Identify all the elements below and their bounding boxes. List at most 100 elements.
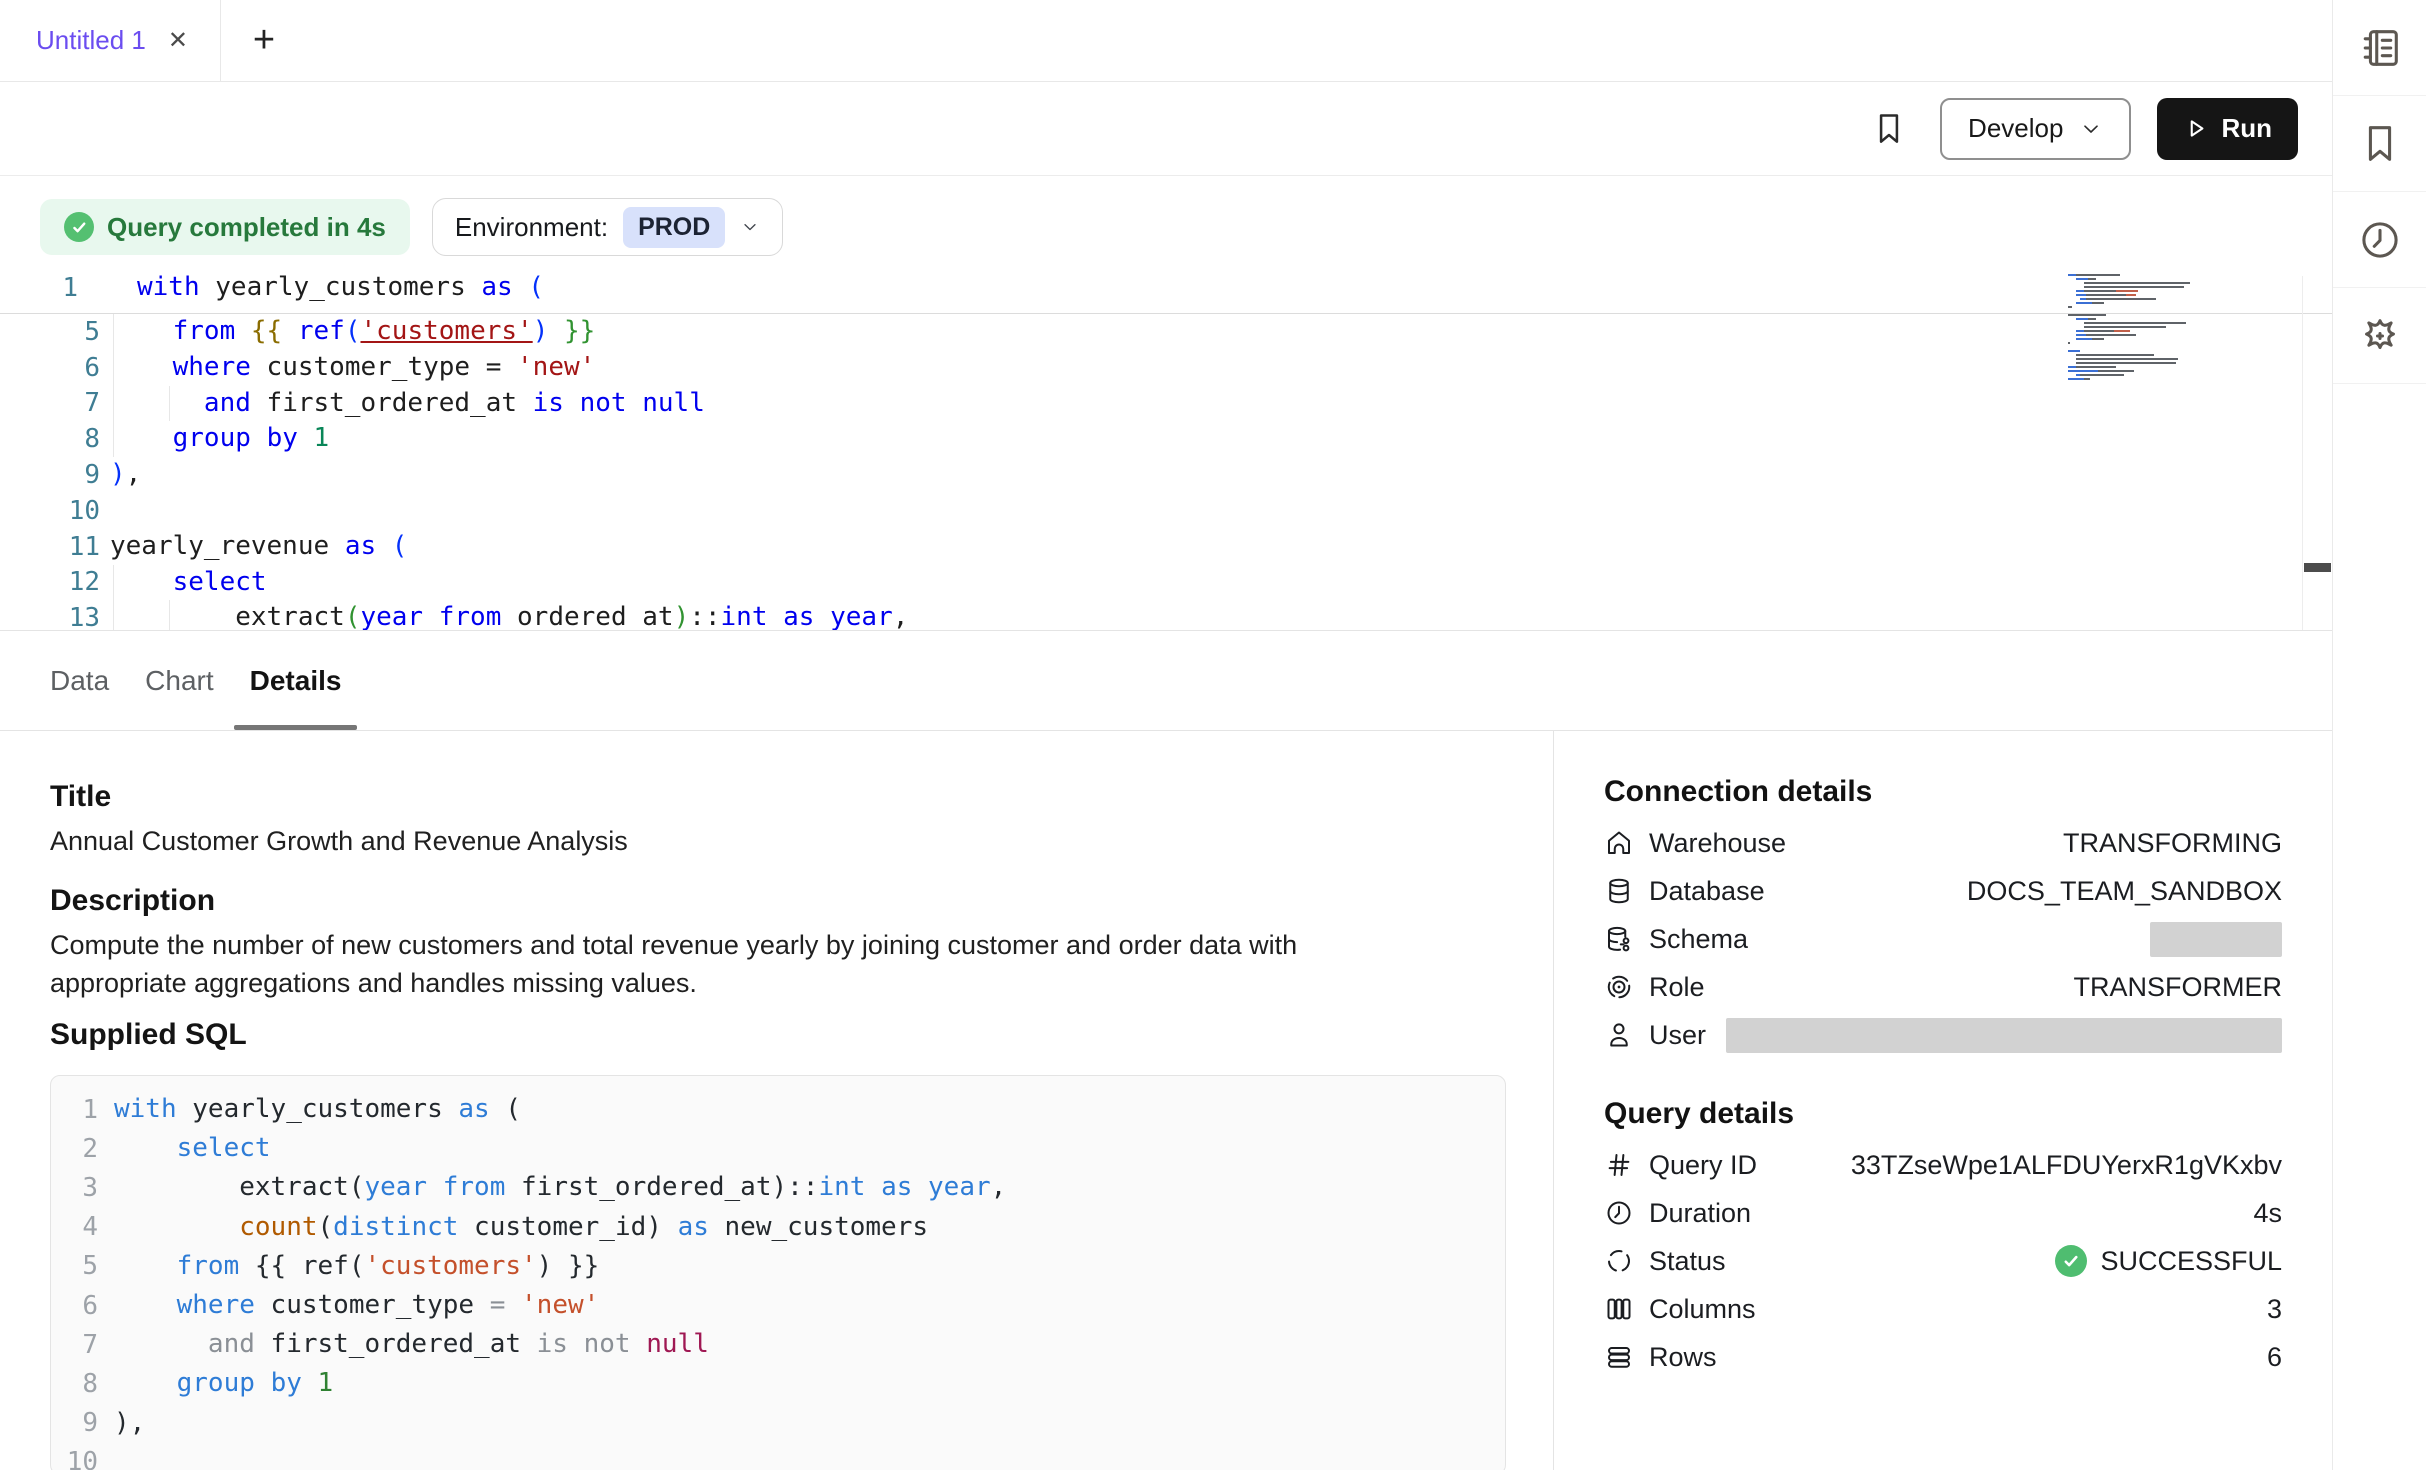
- warehouse-icon: [1604, 828, 1634, 858]
- tab-details[interactable]: Details: [250, 631, 342, 730]
- detail-label: Role: [1649, 972, 1705, 1003]
- copilot-icon: [2357, 313, 2403, 359]
- tab-data[interactable]: Data: [50, 631, 109, 730]
- history-icon: [2357, 217, 2403, 263]
- detail-value: 3: [2267, 1294, 2282, 1325]
- editor-lines[interactable]: 5 from {{ ref('customers') }}6 where cus…: [0, 314, 2332, 631]
- run-button[interactable]: Run: [2157, 98, 2298, 160]
- code-line[interactable]: 13 extract(year from ordered_at)::int as…: [0, 600, 2332, 631]
- line-number: 10: [51, 1447, 98, 1470]
- sql-line: 10: [51, 1443, 1505, 1470]
- line-number: 1: [0, 273, 78, 303]
- sql-line: 4 count(distinct customer_id) as new_cus…: [51, 1208, 1505, 1247]
- code-line[interactable]: 1with yearly_customers as (: [0, 262, 2332, 313]
- develop-button-label: Develop: [1968, 113, 2063, 144]
- hash-icon: [1604, 1150, 1634, 1180]
- detail-row: Schema: [1604, 915, 2282, 963]
- tab-label: Details: [250, 665, 342, 697]
- query-status-pill: Query completed in 4s: [40, 199, 410, 255]
- code-line[interactable]: 11yearly_revenue as (: [0, 529, 2332, 565]
- line-number: 5: [51, 1251, 98, 1281]
- detail-label: Duration: [1649, 1198, 1751, 1229]
- detail-value: 4s: [2253, 1198, 2282, 1229]
- new-tab-button[interactable]: +: [233, 0, 295, 81]
- rail-copilot-button[interactable]: [2333, 288, 2426, 384]
- sql-editor[interactable]: 1with yearly_customers as ( 5 from {{ re…: [0, 262, 2332, 631]
- role-icon: [1604, 972, 1634, 1002]
- detail-label: Status: [1649, 1246, 1726, 1277]
- rows-icon: [1604, 1342, 1634, 1372]
- status-row: Query completed in 4s Environment: PROD: [40, 198, 783, 256]
- sql-line: 6 where customer_type = 'new': [51, 1286, 1505, 1325]
- line-number: 4: [51, 1212, 98, 1242]
- code-line[interactable]: 8 group by 1: [0, 421, 2332, 457]
- line-number: 7: [51, 1330, 98, 1360]
- check-circle-icon: [64, 212, 94, 242]
- rail-bookmark-button[interactable]: [2333, 96, 2426, 192]
- code-line[interactable]: 5 from {{ ref('customers') }}: [0, 314, 2332, 350]
- detail-row: Role TRANSFORMER: [1604, 963, 2282, 1011]
- detail-row: Rows6: [1604, 1333, 2282, 1381]
- environment-select[interactable]: Environment: PROD: [432, 198, 783, 256]
- line-number: 7: [0, 388, 100, 418]
- line-number: 8: [51, 1369, 98, 1399]
- line-number: 6: [0, 353, 100, 383]
- detail-label: Schema: [1649, 924, 1748, 955]
- sql-line: 2 select: [51, 1129, 1505, 1168]
- tab-untitled-1[interactable]: Untitled 1 ✕: [0, 0, 221, 81]
- supplied-sql-heading: Supplied SQL: [50, 1018, 247, 1052]
- editor-minimap[interactable]: [2068, 274, 2190, 390]
- bookmark-icon[interactable]: [1870, 110, 1908, 148]
- environment-label: Environment:: [455, 212, 608, 243]
- app-root: Untitled 1 ✕ + Develop Run Query complet…: [0, 0, 2426, 1470]
- columns-icon: [1604, 1294, 1634, 1324]
- rail-notebook-button[interactable]: [2333, 0, 2426, 96]
- detail-row: Duration 4s: [1604, 1189, 2282, 1237]
- bookmark-icon: [2357, 121, 2403, 167]
- detail-value: TRANSFORMER: [2074, 972, 2283, 1003]
- sql-line: 5 from {{ ref('customers') }}: [51, 1247, 1505, 1286]
- database-icon: [1604, 876, 1634, 906]
- notebook-icon: [2357, 25, 2403, 71]
- editor-scrollbar[interactable]: [2302, 276, 2331, 630]
- close-icon[interactable]: ✕: [168, 26, 188, 55]
- sql-line: 1with yearly_customers as (: [51, 1090, 1505, 1129]
- code-line[interactable]: 12 select: [0, 565, 2332, 601]
- scrollbar-thumb[interactable]: [2304, 563, 2331, 572]
- code-line[interactable]: 6 where customer_type = 'new': [0, 350, 2332, 386]
- connection-details-heading: Connection details: [1604, 775, 2282, 809]
- query-details-heading: Query details: [1604, 1097, 2282, 1131]
- sql-line: 9),: [51, 1404, 1505, 1443]
- detail-value: 6: [2267, 1342, 2282, 1373]
- rail-history-button[interactable]: [2333, 192, 2426, 288]
- details-sidebar: Connection details Warehouse TRANSFORMING…: [1553, 731, 2332, 1470]
- sticky-scroll-line[interactable]: 1with yearly_customers as (: [0, 262, 2332, 314]
- detail-row: Status SUCCESSFUL: [1604, 1237, 2282, 1285]
- chevron-down-icon: [2079, 117, 2103, 141]
- result-tabs: Data Chart Details: [0, 631, 2332, 731]
- detail-label: Warehouse: [1649, 828, 1786, 859]
- develop-button[interactable]: Develop: [1940, 98, 2131, 160]
- environment-value-badge: PROD: [623, 207, 725, 248]
- tab-label: Chart: [145, 665, 213, 697]
- code-line[interactable]: 10: [0, 493, 2332, 529]
- play-icon: [2183, 116, 2208, 141]
- detail-row: Query ID33TZseWpe1ALFDUYerxR1gVKxbv: [1604, 1141, 2282, 1189]
- code-line[interactable]: 9),: [0, 457, 2332, 493]
- line-number: 8: [0, 424, 100, 454]
- clock-icon: [1604, 1198, 1634, 1228]
- line-number: 6: [51, 1291, 98, 1321]
- line-number: 1: [51, 1095, 98, 1125]
- tab-chart[interactable]: Chart: [145, 631, 213, 730]
- detail-value: SUCCESSFUL: [2100, 1246, 2282, 1277]
- side-rail: [2332, 0, 2426, 1470]
- line-number: 2: [51, 1134, 98, 1164]
- detail-row: Warehouse TRANSFORMING: [1604, 819, 2282, 867]
- toolbar: Develop Run: [0, 82, 2332, 176]
- line-number: 13: [0, 603, 100, 631]
- code-line[interactable]: 7 and first_ordered_at is not null: [0, 386, 2332, 422]
- detail-label: User: [1649, 1020, 1706, 1051]
- schema-icon: [1604, 924, 1634, 954]
- detail-value: TRANSFORMING: [2063, 828, 2282, 859]
- detail-value: 33TZseWpe1ALFDUYerxR1gVKxbv: [1851, 1150, 2282, 1181]
